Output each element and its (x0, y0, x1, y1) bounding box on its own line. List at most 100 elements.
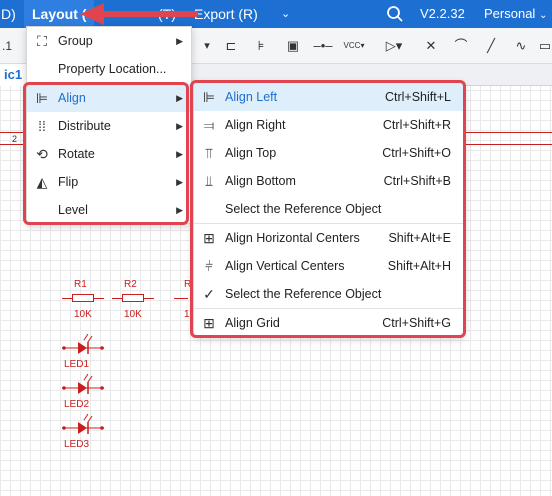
led-1-symbol[interactable] (62, 334, 104, 354)
net-label-icon[interactable]: ▣ (282, 37, 304, 55)
menu-item-distribute[interactable]: ⁞⁞ Distribute ▶ (27, 112, 191, 140)
resistor-r2[interactable] (122, 294, 144, 302)
chevron-right-icon: ▶ (176, 121, 183, 131)
arc-icon[interactable]: ⌒ (450, 37, 472, 55)
menu-item-label: Align Bottom (225, 174, 296, 188)
menu-item-align-top[interactable]: ⫪ Align Top Ctrl+Shift+O (194, 139, 463, 167)
chevron-right-icon: ▶ (176, 93, 183, 103)
layout-menu: ⛶ Group ▶ Property Location... ⊫ Align ▶… (26, 26, 192, 224)
align-left-icon: ⊫ (202, 89, 216, 105)
shortcut-label: Ctrl+Shift+B (383, 174, 451, 188)
led-symbols (62, 334, 104, 434)
menu-item-label: Align Top (225, 146, 277, 160)
shortcut-label: Shift+Alt+E (388, 231, 451, 245)
wire-label: 2 (12, 134, 18, 144)
wire (174, 298, 188, 299)
align-right-icon: ⫤ (203, 117, 215, 133)
menu-item-label: Distribute (58, 119, 111, 133)
menu-item-align-right[interactable]: ⫤ Align Right Ctrl+Shift+R (194, 111, 463, 139)
menu-item-partial[interactable]: D) (0, 0, 16, 28)
shortcut-label: Ctrl+Shift+R (382, 118, 451, 132)
menu-item-align-left[interactable]: ⊫ Align Left Ctrl+Shift+L (194, 83, 463, 111)
line-icon[interactable]: ╱ (480, 37, 502, 55)
wire (62, 298, 72, 299)
menu-item-label: Rotate (58, 147, 95, 161)
align-left-icon: ⊫ (35, 90, 49, 106)
menu-item-align-h-centers[interactable]: ⊞ Align Horizontal Centers Shift+Alt+E (194, 224, 463, 252)
menu-item-label: Align Grid (225, 316, 280, 330)
shortcut-label: Ctrl+Shift+O (382, 146, 451, 160)
menu-item-label: Align Left (225, 90, 278, 104)
chevron-right-icon: ▶ (176, 149, 183, 159)
chevron-right-icon: ▶ (176, 36, 183, 46)
menu-item-select-reference-checked[interactable]: ✓ Select the Reference Object (194, 280, 463, 308)
search-icon[interactable] (386, 5, 404, 23)
menu-item-label: Align Right (225, 118, 286, 132)
menu-item-rotate[interactable]: ⟲ Rotate ▶ (27, 140, 191, 168)
account-label: Personal (484, 6, 536, 21)
bus-entry-icon[interactable]: ⊧ (250, 37, 272, 55)
menu-item-label: Select the Reference Object (225, 287, 382, 301)
rectangle-icon[interactable]: ▭ (534, 37, 552, 55)
menu-item-label: Align Horizontal Centers (225, 231, 360, 245)
menu-item-label: Property Location... (58, 62, 167, 76)
menu-item-label: Group (58, 34, 93, 48)
distribute-icon: ⁞⁞ (38, 118, 46, 134)
led-label: LED1 (64, 359, 90, 370)
menu-item-align-bottom[interactable]: ⫫ Align Bottom Ctrl+Shift+B (194, 167, 463, 195)
vcc-icon[interactable]: VCC▾ (343, 37, 365, 55)
align-submenu: ⊫ Align Left Ctrl+Shift+L ⫤ Align Right … (193, 82, 464, 337)
align-grid-icon: ⊞ (203, 315, 215, 331)
chevron-down-icon: ⌄ (538, 10, 548, 21)
menu-item-label: Level (58, 203, 88, 217)
resistor-value: 10K (74, 309, 92, 320)
wire (94, 298, 104, 299)
menu-item-group[interactable]: ⛶ Group ▶ (27, 27, 191, 55)
wire (112, 298, 122, 299)
resistor-value: 10K (124, 309, 142, 320)
menu-item-label: Align Vertical Centers (225, 259, 345, 273)
resistor-value: 1 (184, 309, 190, 320)
resistor-r1[interactable] (72, 294, 94, 302)
account-menu[interactable]: Personal ⌄ (484, 0, 547, 28)
chevron-right-icon: ▶ (176, 205, 183, 215)
curve-icon[interactable]: ∿ (510, 37, 532, 55)
led-3-symbol[interactable] (62, 413, 104, 434)
led-label: LED2 (64, 399, 90, 410)
version-label: V2.2.32 (420, 6, 465, 21)
align-top-icon: ⫪ (205, 145, 213, 161)
menu-item-flip[interactable]: ◭ Flip ▶ (27, 168, 191, 196)
resistor-ref: R (184, 279, 192, 290)
wire (144, 298, 154, 299)
menu-item-align[interactable]: ⊫ Align ▶ (27, 84, 191, 112)
menu-item-label: Flip (58, 175, 79, 189)
annotation-arrow-icon (80, 3, 198, 25)
wire-tool-icon[interactable]: ▾ (196, 37, 218, 55)
check-icon: ✓ (203, 286, 215, 302)
menu-item-label: Align (58, 91, 86, 105)
align-bottom-icon: ⫫ (205, 173, 213, 189)
menu-item-label: Select the Reference Object (225, 202, 382, 216)
tab-schematic[interactable]: ic1 (0, 64, 27, 86)
chevron-down-icon[interactable]: ⌄ (281, 0, 290, 28)
junction-icon[interactable]: –•– (312, 37, 334, 55)
menu-item-property-location[interactable]: Property Location... (27, 55, 191, 83)
menu-item-level[interactable]: Level ▶ (27, 196, 191, 224)
net-flag-icon[interactable]: ▷▾ (383, 37, 405, 55)
net-port-icon[interactable]: ⊏ (220, 37, 242, 55)
led-label: LED3 (64, 439, 90, 450)
chevron-right-icon: ▶ (176, 177, 183, 187)
resistor-ref: R2 (124, 279, 137, 290)
menu-item-align-v-centers[interactable]: ⫩ Align Vertical Centers Shift+Alt+H (194, 252, 463, 280)
shortcut-label: Ctrl+Shift+G (382, 316, 451, 330)
flip-icon: ◭ (36, 174, 48, 190)
resistor-ref: R1 (74, 279, 87, 290)
menu-export[interactable]: Export (R) (194, 0, 258, 28)
menu-item-align-grid[interactable]: ⊞ Align Grid Ctrl+Shift+G (194, 309, 463, 337)
led-2-symbol[interactable] (62, 373, 104, 394)
align-h-center-icon: ⊞ (203, 230, 215, 246)
no-connect-icon[interactable]: ✕ (420, 37, 442, 55)
menu-item-select-reference[interactable]: Select the Reference Object (194, 195, 463, 223)
shortcut-label: Ctrl+Shift+L (384, 90, 451, 104)
zoom-field[interactable]: .1 (0, 37, 14, 55)
